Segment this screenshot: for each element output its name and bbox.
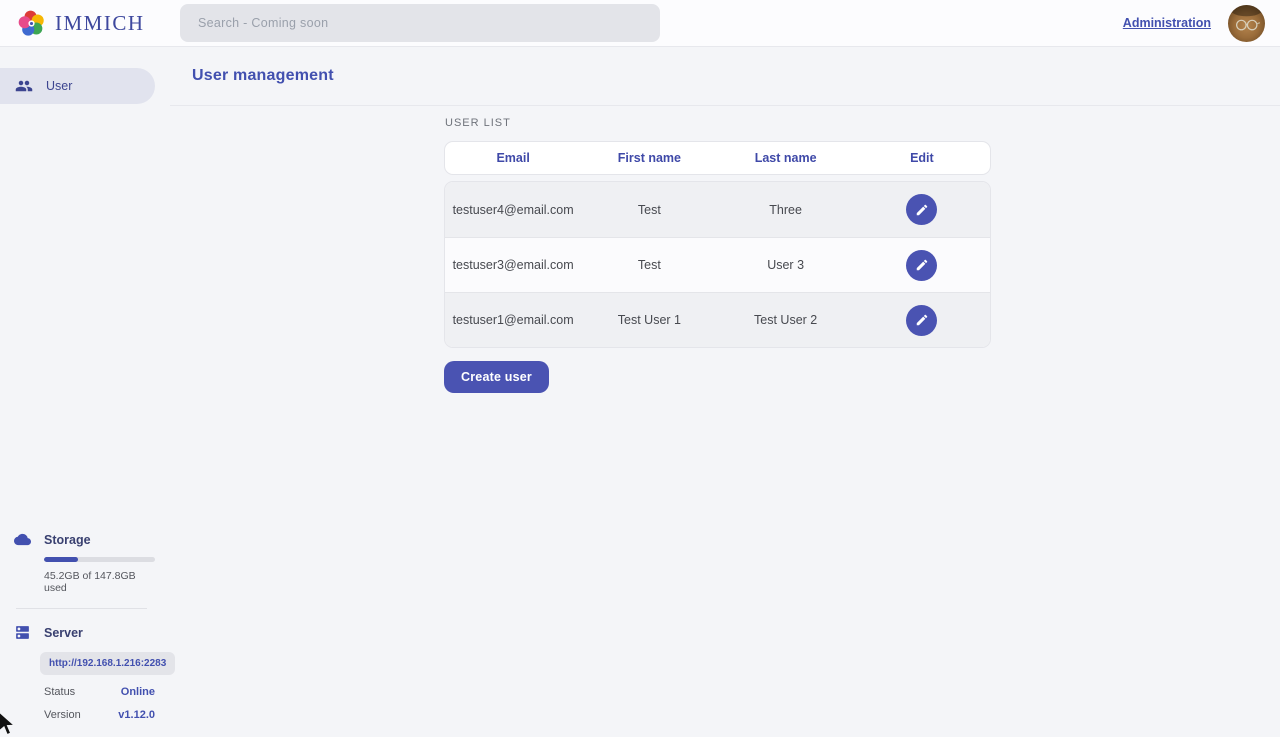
administration-link[interactable]: Administration — [1123, 16, 1211, 30]
storage-progress-bar — [44, 557, 155, 562]
storage-usage-text: 45.2GB of 147.8GB used — [44, 570, 155, 594]
edit-user-button[interactable] — [906, 305, 937, 336]
server-version-row: Version v1.12.0 — [44, 709, 155, 721]
cell-first-name: Test User 1 — [581, 313, 717, 327]
pencil-icon — [915, 313, 929, 327]
storage-panel: Storage 45.2GB of 147.8GB used — [0, 531, 155, 594]
cell-email: testuser4@email.com — [445, 203, 581, 217]
server-title: Server — [44, 626, 83, 640]
page-title: User management — [192, 67, 334, 85]
app-logo[interactable]: IMMICH — [0, 8, 170, 39]
page-header: User management — [170, 47, 1280, 106]
create-user-button[interactable]: Create user — [444, 361, 549, 393]
sidebar-status-panels: Storage 45.2GB of 147.8GB used Server ht… — [0, 531, 155, 721]
user-table-header: Email First name Last name Edit — [444, 141, 991, 175]
user-avatar[interactable] — [1228, 5, 1265, 42]
column-header-last-name: Last name — [718, 151, 854, 165]
cell-last-name: Three — [718, 203, 854, 217]
sidebar: User Storage 45.2GB of 147.8GB used S — [0, 47, 155, 730]
column-header-email: Email — [445, 151, 581, 165]
sidebar-divider — [16, 608, 147, 609]
column-header-first-name: First name — [581, 151, 717, 165]
search-input[interactable] — [180, 4, 660, 42]
cell-first-name: Test — [581, 203, 717, 217]
user-list-heading: USER LIST — [445, 117, 991, 129]
server-status-label: Status — [44, 686, 75, 698]
storage-progress-fill — [44, 557, 78, 562]
server-status-row: Status Online — [44, 686, 155, 698]
edit-user-button[interactable] — [906, 250, 937, 281]
server-version-label: Version — [44, 709, 81, 721]
server-version-value: v1.12.0 — [118, 709, 155, 721]
cell-email: testuser3@email.com — [445, 258, 581, 272]
top-bar-actions: Administration — [1123, 5, 1280, 42]
table-row: testuser3@email.com Test User 3 — [445, 237, 990, 292]
pencil-icon — [915, 203, 929, 217]
avatar-photo-glasses — [1228, 5, 1265, 42]
sidebar-item-user[interactable]: User — [0, 68, 155, 104]
main-content: User management USER LIST Email First na… — [155, 47, 1280, 730]
user-table: testuser4@email.com Test Three testuser3… — [444, 181, 991, 348]
server-icon — [14, 624, 31, 641]
cell-last-name: User 3 — [718, 258, 854, 272]
sidebar-item-user-label: User — [46, 79, 72, 93]
table-row: testuser4@email.com Test Three — [445, 182, 990, 237]
table-row: testuser1@email.com Test User 1 Test Use… — [445, 292, 990, 347]
cloud-icon — [14, 531, 31, 548]
users-icon — [15, 77, 33, 95]
app-title: IMMICH — [55, 11, 145, 36]
server-panel: Server http://192.168.1.216:2283 Status … — [0, 624, 155, 721]
cell-email: testuser1@email.com — [445, 313, 581, 327]
cell-last-name: Test User 2 — [718, 313, 854, 327]
pencil-icon — [915, 258, 929, 272]
storage-title: Storage — [44, 533, 91, 547]
top-bar: IMMICH Administration — [0, 0, 1280, 47]
immich-flower-icon — [16, 8, 47, 39]
edit-user-button[interactable] — [906, 194, 937, 225]
server-status-value: Online — [121, 686, 155, 698]
cell-first-name: Test — [581, 258, 717, 272]
column-header-edit: Edit — [854, 151, 990, 165]
